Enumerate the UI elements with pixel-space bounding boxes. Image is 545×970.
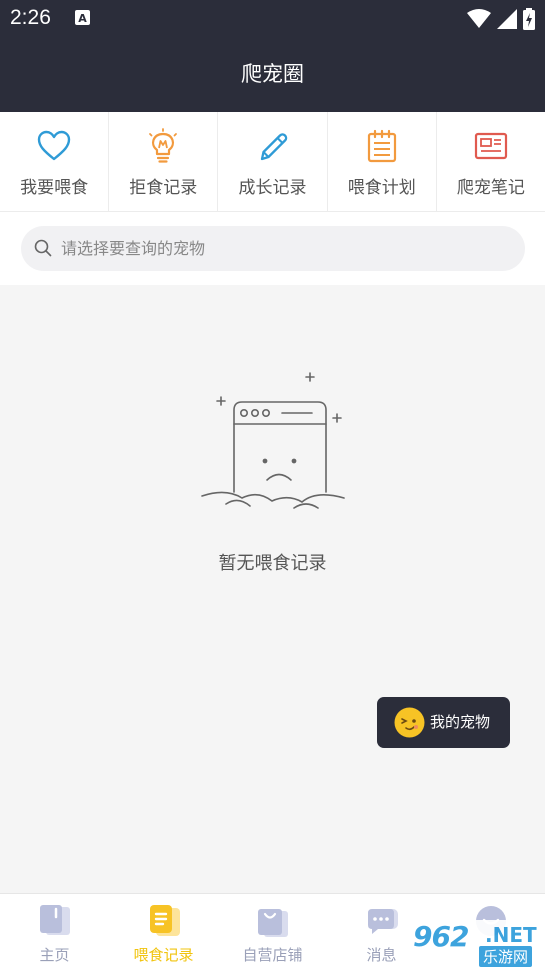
my-pet-button[interactable]: 我的宠物 (377, 697, 510, 748)
tab-self-shop[interactable]: 自营店铺 (218, 894, 327, 970)
chat-icon (367, 909, 398, 934)
empty-message: 暂无喂食记录 (218, 553, 327, 574)
tab-label: 主页 (39, 946, 70, 964)
wifi-icon (467, 9, 491, 28)
quick-nav-plan[interactable]: 喂食计划 (328, 112, 437, 211)
watermark-net-text: .NET (485, 923, 537, 947)
quick-nav-label: 我要喂食 (20, 178, 89, 198)
system-icons (467, 8, 535, 30)
status-bar: 2:26 A (0, 0, 545, 36)
page-title: 爬宠圈 (241, 62, 304, 86)
lightbulb-icon (149, 128, 178, 163)
search-section (0, 212, 545, 285)
quick-nav-refusal[interactable]: 拒食记录 (109, 112, 219, 211)
watermark-sub-text: 乐游网 (479, 946, 533, 967)
watermark-962-logo: 962 .NET 乐游网 (407, 920, 543, 967)
pencil-icon (260, 133, 287, 161)
tab-label: 喂食记录 (133, 946, 194, 964)
quick-nav-label: 爬宠笔记 (456, 178, 525, 198)
quick-nav-feed[interactable]: 我要喂食 (0, 112, 110, 211)
tab-feeding-records[interactable]: 喂食记录 (109, 894, 218, 970)
quick-nav-label: 成长记录 (238, 178, 307, 198)
shop-bag-icon (257, 909, 288, 937)
tab-label: 自营店铺 (242, 946, 303, 964)
notepad-icon (367, 129, 396, 163)
pet-search-input[interactable] (61, 226, 501, 271)
status-time: 2:26 (10, 6, 51, 29)
tab-home[interactable]: 主页 (0, 894, 109, 970)
card-icon (474, 132, 508, 160)
signal-icon (497, 9, 517, 29)
accessibility-a-icon: A (75, 10, 90, 25)
pet-search-box[interactable] (21, 226, 525, 271)
quick-nav-label: 拒食记录 (129, 178, 198, 198)
record-icon (149, 905, 180, 936)
quick-nav-notes[interactable]: 爬宠笔记 (437, 112, 545, 211)
heart-icon (37, 130, 71, 161)
empty-browser-illustration (201, 372, 345, 509)
quick-nav-growth[interactable]: 成长记录 (218, 112, 328, 211)
quick-nav: 我要喂食 拒食记录 成长记录 喂食计划 爬宠笔记 (0, 112, 545, 212)
title-bar: 爬宠圈 (0, 36, 545, 112)
battery-icon (523, 8, 535, 30)
quick-nav-label: 喂食计划 (347, 178, 416, 198)
home-icon (39, 905, 70, 935)
watermark-logo-text: 962 (413, 920, 469, 953)
pet-face-icon (394, 707, 425, 738)
svg-text:A: A (78, 12, 87, 25)
search-icon (34, 239, 52, 257)
my-pet-label: 我的宠物 (430, 713, 491, 731)
